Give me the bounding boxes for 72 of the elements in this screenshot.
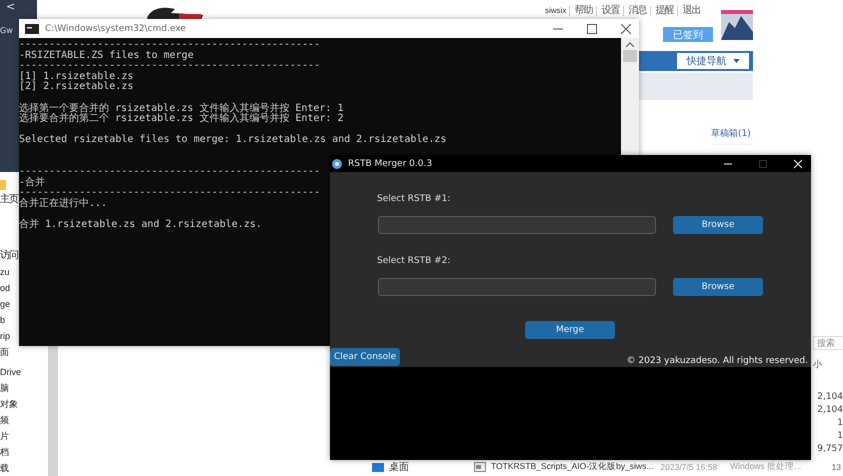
nav-item[interactable]: 访问: [0, 248, 18, 264]
scroll-up-icon[interactable]: [626, 42, 634, 47]
file-size: 13: [832, 462, 841, 472]
console-line: --------------------------------------------------: [19, 188, 320, 198]
search-field[interactable]: 搜索: [813, 336, 843, 350]
file-path-field[interactable]: [378, 216, 656, 234]
header-link[interactable]: 提醒: [650, 6, 678, 16]
browse-button[interactable]: Browse: [673, 216, 763, 234]
size-cell: 2,104: [817, 392, 843, 402]
console-line: -合并: [19, 178, 46, 188]
maximize-icon[interactable]: [587, 24, 597, 34]
avatar-icon: [721, 10, 753, 40]
close-icon[interactable]: [621, 24, 631, 34]
file-path-field[interactable]: [378, 278, 656, 296]
nav-item[interactable]: od: [0, 280, 10, 296]
console-line: --------------------------------------------------: [19, 40, 320, 50]
quick-nav-button[interactable]: 快捷导航: [677, 53, 749, 69]
caret-icon: [732, 59, 740, 63]
clear-console-button[interactable]: Clear Console: [330, 348, 400, 366]
size-cell: 9,757: [817, 444, 843, 454]
nav-item[interactable]: rip: [0, 328, 10, 344]
desktop-icon: [372, 462, 384, 472]
window-title: RSTB Merger 0.0.3: [348, 158, 434, 168]
nav-item[interactable]: 载: [0, 460, 9, 476]
nav-item[interactable]: 脑: [0, 380, 9, 396]
nav-item[interactable]: zu: [0, 264, 10, 280]
header-link[interactable]: 设置: [596, 6, 624, 16]
file-type: Windows 批处理...: [730, 461, 802, 473]
file-name[interactable]: TOTKRSTB_Scripts_AIO-汉化版by_siws...: [491, 461, 654, 473]
size-cell: 1: [837, 431, 843, 441]
back-button[interactable]: <: [6, 0, 16, 13]
nav-item[interactable]: 档: [0, 444, 9, 460]
file-date: 2023/7/5 16:58: [660, 462, 718, 472]
browse-button[interactable]: Browse: [673, 278, 763, 296]
console-line: -RSIZETABLE.ZS files to merge: [19, 50, 194, 62]
scrollbar-thumb[interactable]: [623, 50, 637, 62]
console-line: 合并 1.rsizetable.zs and 2.rsizetable.zs.: [19, 220, 262, 231]
header-link[interactable]: 退出: [677, 6, 704, 16]
nav-item[interactable]: 频: [0, 412, 9, 428]
drafts-link[interactable]: 草稿箱(1): [711, 127, 751, 145]
nav-item[interactable]: Drive: [0, 364, 22, 380]
nav-item[interactable]: 桌面: [389, 460, 409, 474]
field-label: Select RSTB #2:: [377, 256, 450, 266]
scrollbar[interactable]: [48, 344, 58, 476]
console-line: 合并正在进行中...: [19, 198, 108, 210]
copyright-text: © 2023 yakuzadeso. All rights reserved.: [626, 356, 808, 366]
console-line: Selected rsizetable files to merge: 1.rsizetable.zs and 2.rsizetable.zs: [19, 135, 446, 146]
console-line: [2] 2.rsizetable.zs: [19, 82, 134, 93]
header-link[interactable]: 帮助: [569, 6, 596, 16]
app-icon: [332, 158, 342, 168]
merge-button[interactable]: Merge: [525, 321, 615, 339]
nav-item[interactable]: 主页: [0, 192, 18, 208]
window-title: C:\Windows\system32\cmd.exe: [45, 24, 187, 34]
console-line: --------------------------------------------------: [19, 61, 320, 72]
console-line: [1] 1.rsizetable.zs: [19, 72, 134, 82]
sidebar-text: Gw: [0, 26, 13, 35]
size-cell: 2,104: [817, 405, 843, 415]
user-link[interactable]: siwsix: [545, 6, 570, 16]
nav-item[interactable]: ge: [0, 296, 10, 312]
column-header[interactable]: 小: [813, 358, 822, 371]
size-cell: 1: [837, 418, 843, 428]
nav-item[interactable]: b: [0, 312, 6, 328]
terminal-icon: [25, 24, 39, 34]
header-link[interactable]: 消息: [623, 6, 650, 16]
nav-item[interactable]: 面: [0, 344, 9, 360]
file-icon: [474, 462, 486, 472]
field-label: Select RSTB #1:: [377, 194, 450, 204]
nav-item[interactable]: 片: [0, 428, 9, 444]
console-line: 选择要合并的第二个 rsizetable.zs 文件输入其编号并按 Enter: 2: [19, 114, 344, 125]
nav-item[interactable]: 对象: [0, 396, 18, 412]
console-line: 选择第一个要合并的 rsizetable.zs 文件输入其编号并按 Enter: 1: [19, 104, 344, 114]
console-line: --------------------------------------------------: [19, 167, 320, 178]
